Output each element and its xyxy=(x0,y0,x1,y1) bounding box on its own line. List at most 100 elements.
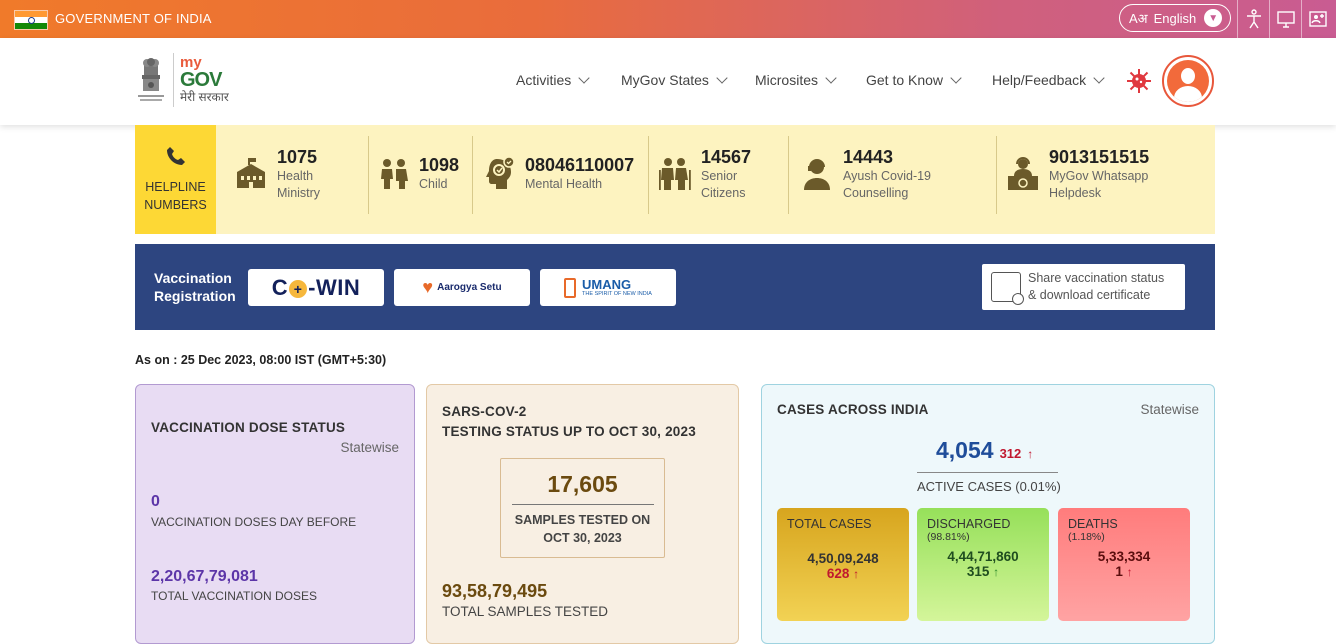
card-title: VACCINATION DOSE STATUS xyxy=(151,420,346,435)
helpline-label2: Ministry xyxy=(277,185,321,200)
total-doses-value: 2,20,67,79,081 xyxy=(151,568,258,585)
title-line1: Vaccination xyxy=(154,270,232,286)
as-on-timestamp: As on : 25 Dec 2023, 08:00 IST (GMT+5:30… xyxy=(135,353,387,367)
total-cases-delta: 628 xyxy=(826,566,850,581)
helpline-child[interactable]: 1098 Child xyxy=(377,135,459,213)
active-cases-value: 4,054 xyxy=(936,437,994,463)
mind-icon xyxy=(481,156,517,192)
deaths-percent: (1.18%) xyxy=(1068,531,1105,543)
total-samples-label: TOTAL SAMPLES TESTED xyxy=(442,604,609,619)
language-prefix: Aअ xyxy=(1129,11,1148,26)
children-icon xyxy=(377,156,411,192)
helpline-health-ministry[interactable]: 1075 Health Ministry xyxy=(233,135,320,213)
discharged-label: DISCHARGED xyxy=(927,517,1011,531)
cases-across-india-card: CASES ACROSS INDIA Statewise 4,054 312 ↑… xyxy=(761,384,1215,644)
umang-title: UMANG xyxy=(582,277,632,292)
national-emblem-icon[interactable] xyxy=(136,57,166,105)
nav-get-to-know[interactable]: Get to Know xyxy=(866,71,962,88)
testing-status-card: SARS-COV-2 TESTING STATUS UP TO OCT 30, … xyxy=(426,384,739,644)
divider xyxy=(648,136,649,214)
user-avatar[interactable] xyxy=(1162,55,1214,107)
elderly-icon xyxy=(657,156,693,192)
samples-tested-label2: OCT 30, 2023 xyxy=(543,531,622,546)
government-title: GOVERNMENT OF INDIA xyxy=(55,11,212,26)
screen-reader-icon[interactable] xyxy=(1269,0,1301,38)
certificate-icon xyxy=(991,272,1024,305)
divider xyxy=(917,472,1058,473)
card-title: CASES ACROSS INDIA xyxy=(777,402,929,417)
nav-label: Activities xyxy=(516,72,572,88)
mygov-logo[interactable]: my GOV मेरी सरकार xyxy=(180,55,229,103)
active-cases-label: ACTIVE CASES (0.01%) xyxy=(917,479,1061,494)
chevron-down-icon xyxy=(950,71,962,84)
helpline-label2: Helpdesk xyxy=(1049,185,1102,200)
helpline-ayush-counselling[interactable]: 14443 Ayush Covid-19 Counselling xyxy=(799,135,931,213)
total-cases-value: 4,50,09,248 xyxy=(807,551,879,566)
helpline-senior-citizens[interactable]: 14567 Senior Citizens xyxy=(657,135,751,213)
statewise-link[interactable]: Statewise xyxy=(1140,402,1199,417)
counsellor-icon xyxy=(799,156,835,192)
user-add-icon[interactable] xyxy=(1301,0,1333,38)
nav-microsites[interactable]: Microsites xyxy=(755,71,837,88)
divider xyxy=(511,504,654,505)
discharged-tile: DISCHARGED (98.81%) 4,44,71,860 315 ↑ xyxy=(917,508,1049,621)
nav-mygov-states[interactable]: MyGov States xyxy=(621,71,728,88)
vaccination-registration-title: Vaccination Registration xyxy=(154,269,236,305)
helpline-mental-health[interactable]: 08046110007 Mental Health xyxy=(481,135,634,213)
phone-icon xyxy=(165,145,187,175)
phone-icon xyxy=(564,277,577,298)
total-cases-tile: TOTAL CASES 4,50,09,248 628 ↑ xyxy=(777,508,909,621)
nav-label: Microsites xyxy=(755,72,819,88)
samples-tested-box: 17,605 SAMPLES TESTED ON OCT 30, 2023 xyxy=(500,458,665,558)
divider xyxy=(996,136,997,214)
accessibility-icon[interactable] xyxy=(1237,0,1269,38)
title-line2: Registration xyxy=(154,288,236,305)
share-vaccination-status-button[interactable]: Share vaccination status & download cert… xyxy=(982,264,1185,310)
divider xyxy=(472,136,473,214)
umang-button[interactable]: UMANG THE SPIRIT OF NEW INDIA xyxy=(540,269,676,306)
language-selector[interactable]: Aअ English ▼ xyxy=(1119,4,1231,32)
government-bar: GOVERNMENT OF INDIA Aअ English ▼ xyxy=(0,0,1336,38)
cowin-button[interactable]: C + -WIN xyxy=(248,269,384,306)
title-line2: TESTING STATUS UP TO OCT 30, 2023 xyxy=(442,423,696,439)
logo-hindi: मेरी सरकार xyxy=(180,90,229,104)
helpline-label1: Senior xyxy=(701,168,738,183)
chevron-down-icon xyxy=(716,71,728,84)
discharged-percent: (98.81%) xyxy=(927,531,970,543)
card-title: SARS-COV-2 TESTING STATUS UP TO OCT 30, … xyxy=(442,402,696,441)
umang-logo: UMANG THE SPIRIT OF NEW INDIA xyxy=(564,277,652,298)
divider xyxy=(368,136,369,214)
chevron-down-icon xyxy=(578,71,590,84)
helpline-whatsapp-helpdesk[interactable]: 9013151515 MyGov Whatsapp Helpdesk xyxy=(1005,135,1149,213)
covid-virus-icon[interactable] xyxy=(1126,68,1152,94)
nav-label: Help/Feedback xyxy=(992,72,1087,88)
helpline-label2: Citizens xyxy=(701,185,746,200)
helpline-number: 1075 xyxy=(277,146,318,167)
aarogya-setu-button[interactable]: ♥ Aarogya Setu xyxy=(394,269,530,306)
cowin-plus: + xyxy=(289,279,308,298)
discharged-value: 4,44,71,860 xyxy=(947,549,1019,564)
deaths-label: DEATHS xyxy=(1068,517,1118,531)
cowin-logo: C + -WIN xyxy=(272,275,360,301)
deaths-tile: DEATHS (1.18%) 5,33,334 1 ↑ xyxy=(1058,508,1190,621)
statewise-link[interactable]: Statewise xyxy=(340,440,399,455)
helpline-strip: HELPLINE NUMBERS 1075 Health Ministry 10… xyxy=(135,125,1215,234)
vaccination-registration-bar: Vaccination Registration C + -WIN ♥ Aarogya… xyxy=(135,244,1215,330)
title-line1: SARS-COV-2 xyxy=(442,404,527,419)
active-cases-figure: 4,054 312 ↑ xyxy=(936,437,1033,464)
helpline-label1: MyGov Whatsapp xyxy=(1049,168,1149,183)
nav-activities[interactable]: Activities xyxy=(516,71,590,88)
cowin-c: C xyxy=(271,274,289,300)
total-cases-label: TOTAL CASES xyxy=(787,517,872,531)
helpline-number: 14443 xyxy=(843,146,894,167)
hospital-icon xyxy=(233,156,269,192)
helpline-label-line2: NUMBERS xyxy=(144,197,207,212)
samples-tested-value: 17,605 xyxy=(547,471,618,497)
doses-day-before-label: VACCINATION DOSES DAY BEFORE xyxy=(151,515,357,529)
nav-help-feedback[interactable]: Help/Feedback xyxy=(992,71,1105,88)
helpline-label: HELPLINE NUMBERS xyxy=(135,125,216,234)
chevron-down-icon xyxy=(1093,71,1105,84)
helpline-label1: Child xyxy=(419,177,448,192)
helpline-label1: Mental Health xyxy=(525,177,603,192)
discharged-delta: 315 xyxy=(966,564,990,579)
